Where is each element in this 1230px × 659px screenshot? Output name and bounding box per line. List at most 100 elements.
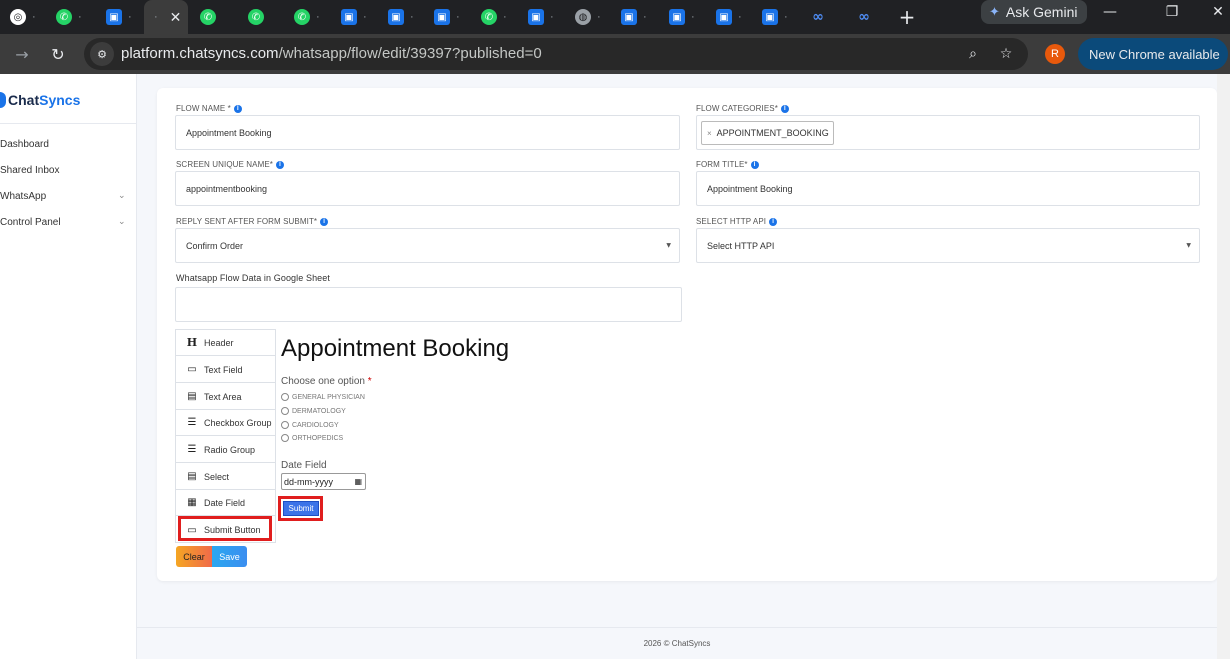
address-bar[interactable]: ⚙ platform.chatsyncs.com/whatsapp/flow/e… [84,38,1028,70]
browser-tab[interactable]: ▣ · [611,0,659,34]
ask-gemini-button[interactable]: ✦ Ask Gemini [981,0,1087,24]
palette-item-label: Text Area [204,391,242,402]
browser-tab[interactable]: ▣ · [331,0,379,34]
radio-button[interactable] [281,407,289,415]
brand-logo[interactable]: Chat Syncs [0,90,80,110]
info-icon[interactable]: i [233,104,242,113]
flow-categories-label: FLOW CATEGORIES* i [696,104,789,113]
palette-item-text-area[interactable]: ▤ Text Area [176,384,276,410]
palette-item-date-field[interactable]: ▦ Date Field [176,490,276,516]
info-icon[interactable]: i [780,104,789,113]
flow-name-value: Appointment Booking [186,127,272,138]
reload-icon[interactable]: ↻ [44,40,72,68]
browser-tab[interactable]: ✆ · [471,0,519,34]
info-icon[interactable]: i [769,217,778,226]
preview-date-input[interactable]: dd-mm-yyyy ▦ [281,473,366,490]
sidebar-item-shared-inbox[interactable]: Shared Inbox [0,160,136,180]
browser-tab[interactable]: ▣ · [96,0,144,34]
restore-icon[interactable]: ❐ [1150,0,1194,24]
browser-tab[interactable]: ✆ · [284,0,332,34]
radio-option[interactable]: ORTHOPEDICS [281,432,343,444]
flow-name-label: FLOW NAME * i [176,104,242,113]
browser-tab[interactable]: ▣ · [706,0,754,34]
minimize-icon[interactable]: — [1088,0,1132,24]
radio-option[interactable]: GENERAL PHYSICIAN [281,391,365,403]
bookmark-star-icon[interactable]: ☆ [996,44,1016,64]
new-chrome-available-button[interactable]: New Chrome available [1078,38,1228,70]
new-tab-button[interactable]: + [897,0,917,34]
url-host: platform.chatsyncs.com [121,45,279,62]
radio-option-label: DERMATOLOGY [292,407,346,415]
radio-button[interactable] [281,393,289,401]
clear-button[interactable]: Clear [176,546,212,567]
browser-tab[interactable]: ✆ [190,0,238,34]
palette-item-header[interactable]: H Header [176,330,276,356]
calendar-icon: ▦ [187,497,197,508]
text-area-icon: ▤ [187,391,197,402]
screen-unique-name-input[interactable]: appointmentbooking [175,171,680,206]
http-api-select[interactable]: Select HTTP API ▼ [696,228,1200,263]
radio-option[interactable]: CARDIOLOGY [281,419,339,431]
palette-item-label: Checkbox Group [204,417,272,428]
form-title-label-text: FORM TITLE* [696,160,748,169]
browser-tab[interactable]: ▣ · [659,0,707,34]
palette-item-select[interactable]: ▤ Select [176,464,276,490]
palette-item-radio-group[interactable]: ☰ Radio Group [176,437,276,463]
gemini-star-icon: ✦ [989,4,1000,20]
info-icon[interactable]: i [750,160,759,169]
browser-tab[interactable]: ∞ [844,0,892,34]
browser-tab[interactable]: ▣ · [424,0,472,34]
forward-icon[interactable]: → [8,40,36,68]
whatsapp-icon: ✆ [200,9,216,25]
sidebar-item-whatsapp[interactable]: WhatsApp ⌄ [0,186,136,206]
sidebar-item-dashboard[interactable]: Dashboard [0,134,136,154]
browser-tab-active[interactable]: · ✕ [144,0,188,34]
radio-option[interactable]: DERMATOLOGY [281,405,346,417]
reply-after-submit-select[interactable]: Confirm Order ▼ [175,228,680,263]
page-scrollbar[interactable] [1217,74,1230,659]
url-text[interactable]: platform.chatsyncs.com/whatsapp/flow/edi… [121,45,542,62]
browser-tab[interactable]: ▣ · [752,0,800,34]
sidebar-item-control-panel[interactable]: Control Panel ⌄ [0,212,136,232]
browser-tab[interactable]: ◎ · [0,0,46,34]
browser-tab[interactable]: ◍ · [565,0,613,34]
remove-chip-icon[interactable]: × [707,129,712,138]
zoom-icon[interactable]: ⌕ [963,44,983,64]
whatsapp-icon: ✆ [294,9,310,25]
sidebar-item-label: Control Panel [0,216,61,228]
form-title-input[interactable]: Appointment Booking [696,171,1200,206]
radio-button[interactable] [281,421,289,429]
preview-title: Appointment Booking [281,335,510,362]
palette-item-text-field[interactable]: ▭ Text Field [176,357,276,383]
url-path: /whatsapp/flow/edit/39397?published=0 [278,45,542,62]
flow-categories-input[interactable]: × APPOINTMENT_BOOKING [696,115,1200,150]
info-icon[interactable]: i [320,217,329,226]
google-sheet-input[interactable] [175,287,682,322]
text-field-icon: ▭ [187,364,197,375]
palette-item-checkbox-group[interactable]: ☰ Checkbox Group [176,410,276,436]
required-mark: * [367,376,372,387]
save-button[interactable]: Save [212,546,247,567]
window-close-icon[interactable]: ✕ [1196,0,1230,24]
browser-tab[interactable]: ✆ [238,0,286,34]
browser-tab[interactable]: ▣ · [378,0,426,34]
site-settings-icon[interactable]: ⚙ [90,42,114,66]
palette-item-submit-button[interactable]: ▭ Submit Button [176,517,276,543]
close-icon[interactable]: ✕ [170,9,182,26]
http-api-value: Select HTTP API [707,240,775,251]
brand-name-part2: Syncs [39,92,81,108]
browser-tab[interactable]: ✆ · [46,0,94,34]
browser-tab[interactable]: ∞ [798,0,846,34]
palette-item-label: Text Field [204,364,243,375]
flow-name-input[interactable]: Appointment Booking [175,115,680,150]
whatsapp-icon: ✆ [248,9,264,25]
profile-avatar[interactable]: R [1045,44,1065,64]
palette-item-label: Header [204,337,234,348]
radio-button[interactable] [281,434,289,442]
meta-icon: ∞ [858,9,870,25]
browser-tab[interactable]: ▣ · [518,0,566,34]
category-chip-label: APPOINTMENT_BOOKING [716,128,829,138]
info-icon[interactable]: i [276,160,285,169]
calendar-icon[interactable]: ▦ [354,477,362,486]
preview-submit-button[interactable]: Submit [283,501,319,516]
